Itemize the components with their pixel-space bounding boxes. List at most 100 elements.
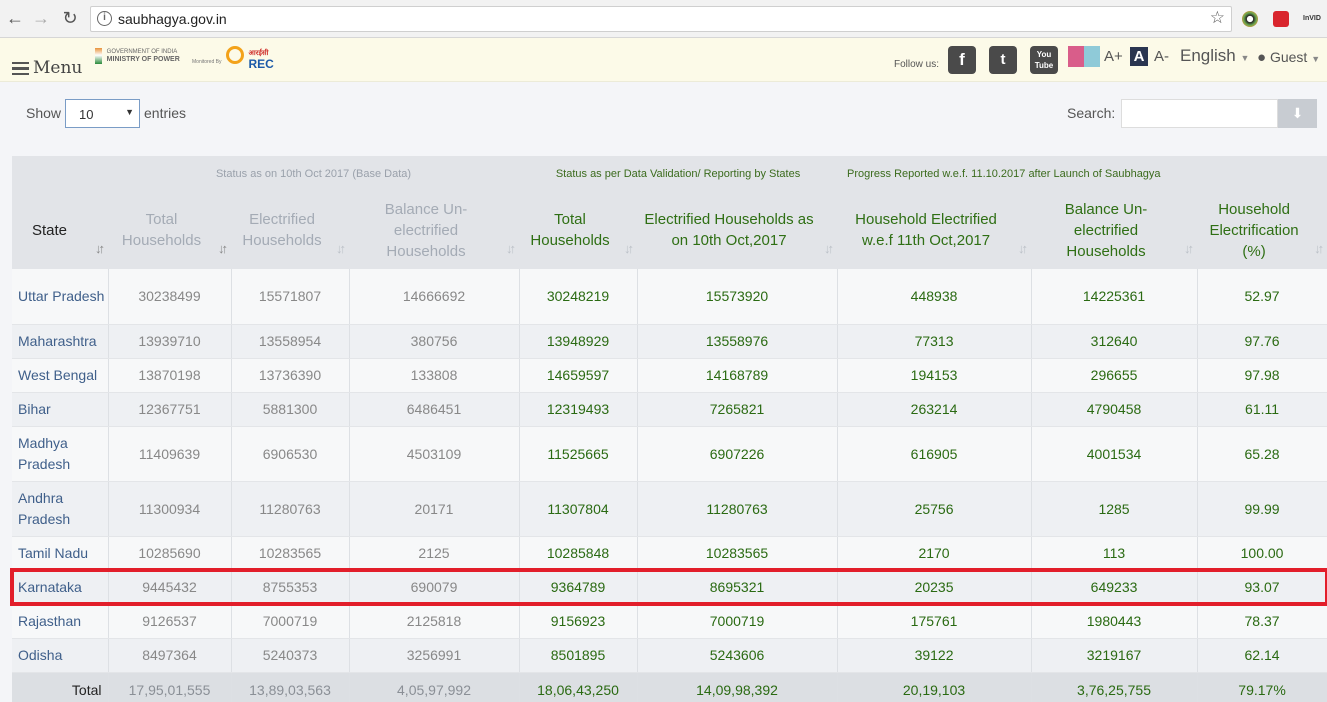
- site-info-icon[interactable]: i: [97, 11, 112, 26]
- font-increase-button[interactable]: A+: [1104, 48, 1123, 65]
- column-header-electrified-households-10oct[interactable]: Electrified Households as on 10th Oct,20…: [637, 191, 838, 269]
- download-button[interactable]: ⬇: [1278, 99, 1317, 128]
- state-electrification-table: Status as on 10th Oct 2017 (Base Data) S…: [9, 156, 1327, 702]
- invid-extension-icon[interactable]: InVID: [1303, 11, 1321, 27]
- sort-icon[interactable]: ↓↑: [336, 238, 346, 259]
- column-header-label: Balance Un-electrified Households: [1064, 200, 1148, 260]
- color-extension-icon[interactable]: [1242, 11, 1258, 27]
- cell-balance-unelectrified-base: 133808: [349, 358, 520, 393]
- cell-balance-unelectrified: 296655: [1031, 358, 1198, 393]
- cell-balance-unelectrified: 3219167: [1031, 638, 1198, 673]
- table-header-row: State ↓↑ Total Households ↓↑ Electrified Hou…: [12, 191, 1327, 269]
- state-name-cell: Rajasthan: [12, 604, 109, 639]
- blue-theme-swatch[interactable]: [1084, 46, 1100, 67]
- cell-electrified-households-10oct: 5243606: [637, 638, 838, 673]
- cell-balance-unelectrified: 4001534: [1031, 426, 1198, 482]
- cell-household-electrification-pct: 97.98: [1197, 358, 1327, 393]
- column-group-row: Status as on 10th Oct 2017 (Base Data) S…: [12, 156, 1327, 191]
- cell-total-households-base: 8497364: [108, 638, 232, 673]
- cell-electrified-households-10oct: 14168789: [637, 358, 838, 393]
- forward-arrow-icon[interactable]: →: [30, 8, 52, 29]
- sort-icon[interactable]: ↓↑: [1184, 238, 1194, 259]
- cell-household-electrified-11oct: 39122: [837, 638, 1032, 673]
- cell-household-electrified-11oct: 194153: [837, 358, 1032, 393]
- cell-electrified-households-10oct: 10283565: [637, 536, 838, 571]
- sort-icon[interactable]: ↓↑: [824, 238, 834, 259]
- column-header-label: Total Households: [530, 211, 610, 249]
- sort-icon[interactable]: ↓↑: [624, 238, 634, 259]
- monitored-by-text: Monitored By: [192, 59, 222, 65]
- cell-electrified-households-base: 5881300: [231, 392, 350, 427]
- column-header-balance-unelectrified[interactable]: Balance Un-electrified Households ↓↑: [1031, 191, 1198, 269]
- cell-total-households-base: 12367751: [108, 392, 232, 427]
- cell-household-electrified-11oct: 448938: [837, 269, 1032, 325]
- bookmark-star-icon[interactable]: ☆: [1210, 8, 1225, 28]
- address-bar[interactable]: i saubhagya.gov.in ☆: [90, 6, 1232, 32]
- column-header-household-electrified-11oct[interactable]: Household Electrified w.e.f 11th Oct,201…: [837, 191, 1032, 269]
- column-header-state[interactable]: State ↓↑: [12, 191, 108, 269]
- cell-household-electrified-11oct: 77313: [837, 324, 1032, 359]
- twitter-icon[interactable]: t: [989, 46, 1017, 74]
- cell-household-electrification-pct: 78.37: [1197, 604, 1327, 639]
- entries-select[interactable]: 10 ▼: [65, 99, 140, 128]
- sort-icon[interactable]: ↓↑: [95, 238, 105, 259]
- total-total-households: 18,06,43,250: [519, 672, 638, 702]
- total-electrified-households-10oct: 14,09,98,392: [637, 672, 838, 702]
- cell-electrified-households-base: 15571807: [231, 269, 350, 325]
- reload-icon[interactable]: ↻: [59, 8, 81, 29]
- sort-icon[interactable]: ↓↑: [506, 238, 516, 259]
- cell-total-households-base: 10285690: [108, 536, 232, 571]
- column-header-household-electrification-pct[interactable]: Household Electrification (%) ↓↑: [1197, 191, 1327, 269]
- sort-icon[interactable]: ↓↑: [1314, 238, 1324, 259]
- show-label: Show: [26, 105, 62, 121]
- rec-logo[interactable]: आरईसी REC: [226, 46, 274, 70]
- cell-electrified-households-10oct: 15573920: [637, 269, 838, 325]
- cell-balance-unelectrified: 312640: [1031, 324, 1198, 359]
- search-input[interactable]: [1121, 99, 1278, 128]
- column-header-label: Total Households: [121, 211, 202, 249]
- youtube-icon[interactable]: You Tube: [1030, 46, 1058, 74]
- cell-household-electrified-11oct: 2170: [837, 536, 1032, 571]
- pink-theme-swatch[interactable]: [1068, 46, 1084, 67]
- column-header-total-households[interactable]: Total Households ↓↑: [519, 191, 638, 269]
- sort-icon[interactable]: ↓↑: [1018, 238, 1028, 259]
- red-extension-icon[interactable]: [1273, 11, 1289, 27]
- table-row: West Bengal 13870198 13736390 133808 1465959…: [12, 358, 1327, 393]
- menu-button[interactable]: Menu: [12, 58, 82, 78]
- cell-total-households-base: 30238499: [108, 269, 232, 325]
- column-header-total-households-base[interactable]: Total Households ↓↑: [108, 191, 231, 269]
- state-name-cell: Madhya Pradesh: [12, 426, 109, 482]
- cell-total-households-base: 11300934: [108, 481, 232, 537]
- ministry-of-power-logo[interactable]: GOVERNMENT OF INDIA MINISTRY OF POWER: [95, 48, 180, 64]
- user-dropdown[interactable]: ● Guest ▼: [1257, 49, 1320, 66]
- facebook-icon[interactable]: f: [948, 46, 976, 74]
- cell-household-electrification-pct: 99.99: [1197, 481, 1327, 537]
- cell-total-households-base: 11409639: [108, 426, 232, 482]
- cell-balance-unelectrified-base: 3256991: [349, 638, 520, 673]
- cell-total-households: 10285848: [519, 536, 638, 571]
- cell-electrified-households-10oct: 7000719: [637, 604, 838, 639]
- cell-electrified-households-10oct: 6907226: [637, 426, 838, 482]
- cell-household-electrification-pct: 65.28: [1197, 426, 1327, 482]
- language-dropdown[interactable]: English ▼: [1180, 46, 1249, 66]
- group-spacer: [12, 156, 108, 191]
- ministry-small-text: GOVERNMENT OF INDIA: [106, 48, 178, 55]
- state-name-cell: West Bengal: [12, 358, 109, 393]
- column-header-balance-unelectrified-base[interactable]: Balance Un-electrified Households ↓↑: [349, 191, 520, 269]
- font-normal-button[interactable]: A: [1130, 47, 1148, 66]
- total-household-electrification-pct: 79.17%: [1197, 672, 1327, 702]
- state-name-cell: Maharashtra: [12, 324, 109, 359]
- sort-icon[interactable]: ↓↑: [218, 238, 228, 259]
- back-arrow-icon[interactable]: ←: [4, 8, 26, 29]
- address-url[interactable]: saubhagya.gov.in: [118, 11, 227, 27]
- cell-electrified-households-10oct: 13558976: [637, 324, 838, 359]
- font-decrease-button[interactable]: A-: [1154, 48, 1169, 65]
- cell-balance-unelectrified-base: 2125: [349, 536, 520, 571]
- user-label: Guest: [1269, 49, 1308, 65]
- table-row: Madhya Pradesh 11409639 6906530 4503109 1152…: [12, 426, 1327, 482]
- column-header-electrified-households-base[interactable]: Electrified Households ↓↑: [231, 191, 349, 269]
- group-data-validation: Status as per Data Validation/ Reporting…: [519, 156, 838, 191]
- total-balance-unelectrified: 3,76,25,755: [1031, 672, 1198, 702]
- state-name-cell: Uttar Pradesh: [12, 269, 109, 325]
- browser-toolbar: ← → ↻ i saubhagya.gov.in ☆ InVID: [0, 0, 1327, 38]
